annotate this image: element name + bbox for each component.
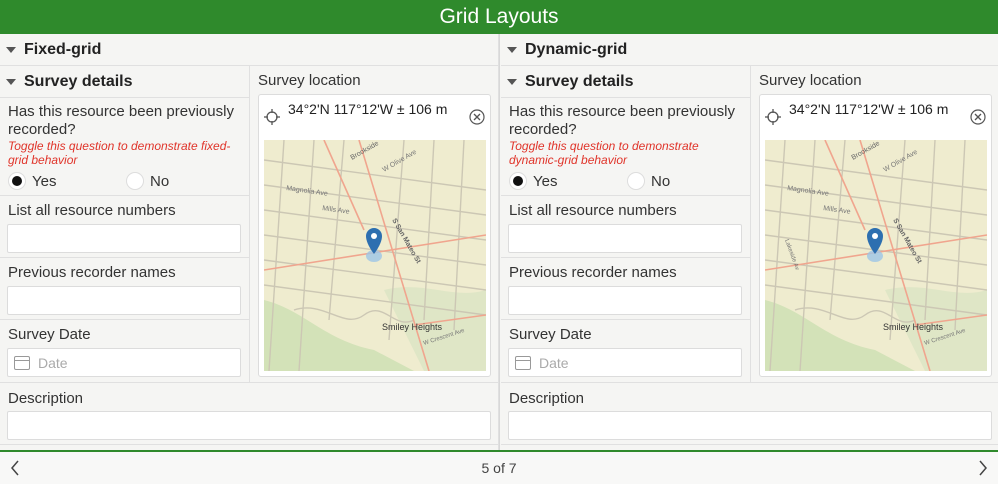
recorder-names-label: Previous recorder names <box>509 264 677 281</box>
radio-no-label: No <box>150 172 170 190</box>
dynamic-grid-group-header[interactable]: Dynamic-grid <box>501 34 998 65</box>
divider <box>501 382 998 383</box>
recorder-names-input[interactable] <box>7 286 241 315</box>
form-stage: Fixed-grid Survey details Has this resou… <box>0 34 998 450</box>
radio-yes[interactable]: Yes <box>509 172 557 190</box>
resource-numbers-input[interactable] <box>7 224 241 253</box>
location-coordinates: 34°2'N 117°12'W ± 106 m <box>789 101 949 117</box>
page-indicator: 5 of 7 <box>481 460 517 476</box>
divider <box>501 319 750 320</box>
description-label: Description <box>8 390 84 407</box>
location-map[interactable]: Brookside Magnolia Ave Mills Ave W Olive… <box>264 140 486 371</box>
radio-no[interactable]: No <box>126 172 169 190</box>
divider <box>501 257 750 258</box>
toggle-hint: Toggle this question to demonstrate fixe… <box>8 139 231 167</box>
calendar-icon <box>515 355 531 370</box>
date-placeholder: Date <box>539 354 569 371</box>
radio-dot-selected[interactable] <box>8 172 26 190</box>
radio-yes-label: Yes <box>32 172 57 190</box>
survey-details-header[interactable]: Survey details <box>0 66 249 97</box>
resource-numbers-label: List all resource numbers <box>509 202 677 219</box>
divider <box>0 319 249 320</box>
description-input[interactable] <box>7 411 491 440</box>
radio-dot[interactable] <box>627 172 645 190</box>
clear-icon[interactable] <box>970 109 986 125</box>
previous-page-button[interactable] <box>0 452 30 484</box>
previous-recorded-question: Has this resource been previously record… <box>509 103 735 138</box>
group-title: Fixed-grid <box>24 40 102 58</box>
divider <box>0 444 499 445</box>
description-input[interactable] <box>508 411 992 440</box>
panel-separator <box>499 34 500 450</box>
recorder-names-input[interactable] <box>508 286 742 315</box>
radio-yes[interactable]: Yes <box>8 172 56 190</box>
svg-text:Smiley Heights: Smiley Heights <box>883 322 944 332</box>
section-title: Survey details <box>24 72 133 90</box>
footer-bar: 5 of 7 <box>0 450 998 484</box>
survey-date-input[interactable]: Date <box>508 348 742 377</box>
divider <box>750 66 751 382</box>
location-coordinates: 34°2'N 117°12'W ± 106 m <box>288 101 448 117</box>
radio-dot[interactable] <box>126 172 144 190</box>
group-title: Dynamic-grid <box>525 40 628 58</box>
app-title: Grid Layouts <box>439 5 559 28</box>
survey-location-field[interactable]: 34°2'N 117°12'W ± 106 m Brookside Magnol… <box>258 94 491 377</box>
divider <box>0 382 499 383</box>
radio-no[interactable]: No <box>627 172 670 190</box>
survey-details-header[interactable]: Survey details <box>501 66 750 97</box>
survey-location-label: Survey location <box>759 72 862 89</box>
crosshair-icon <box>765 109 781 125</box>
svg-text:Smiley Heights: Smiley Heights <box>382 322 443 332</box>
description-label: Description <box>509 390 585 407</box>
survey-date-label: Survey Date <box>8 326 91 343</box>
next-page-button[interactable] <box>968 452 998 484</box>
radio-dot-selected[interactable] <box>509 172 527 190</box>
survey-date-label: Survey Date <box>509 326 592 343</box>
caret-down-icon <box>507 78 517 85</box>
calendar-icon <box>14 355 30 370</box>
survey-date-input[interactable]: Date <box>7 348 241 377</box>
previous-recorded-question: Has this resource been previously record… <box>8 103 234 138</box>
fixed-grid-panel: Fixed-grid Survey details Has this resou… <box>0 34 499 450</box>
chevron-left-icon <box>11 460 19 476</box>
recorder-names-label: Previous recorder names <box>8 264 176 281</box>
caret-down-icon <box>507 46 517 53</box>
radio-yes-label: Yes <box>533 172 558 190</box>
survey-location-label: Survey location <box>258 72 361 89</box>
divider <box>501 444 998 445</box>
fixed-grid-group-header[interactable]: Fixed-grid <box>0 34 499 65</box>
location-map[interactable]: Brookside Magnolia Ave Mills Ave W Olive… <box>765 140 987 371</box>
resource-numbers-label: List all resource numbers <box>8 202 176 219</box>
crosshair-icon <box>264 109 280 125</box>
dynamic-grid-panel: Dynamic-grid Survey details Has this res… <box>501 34 998 450</box>
toggle-hint: Toggle this question to demonstrate dyna… <box>509 139 699 167</box>
caret-down-icon <box>6 46 16 53</box>
app-header: Grid Layouts <box>0 0 998 34</box>
resource-numbers-input[interactable] <box>508 224 742 253</box>
survey-location-field[interactable]: 34°2'N 117°12'W ± 106 m Brookside Magnol… <box>759 94 992 377</box>
divider <box>0 257 249 258</box>
divider <box>501 195 750 196</box>
section-title: Survey details <box>525 72 634 90</box>
chevron-right-icon <box>979 460 987 476</box>
radio-no-label: No <box>651 172 671 190</box>
divider <box>249 66 250 382</box>
divider <box>0 195 249 196</box>
clear-icon[interactable] <box>469 109 485 125</box>
caret-down-icon <box>6 78 16 85</box>
date-placeholder: Date <box>38 354 68 371</box>
divider <box>501 97 750 98</box>
divider <box>0 97 249 98</box>
